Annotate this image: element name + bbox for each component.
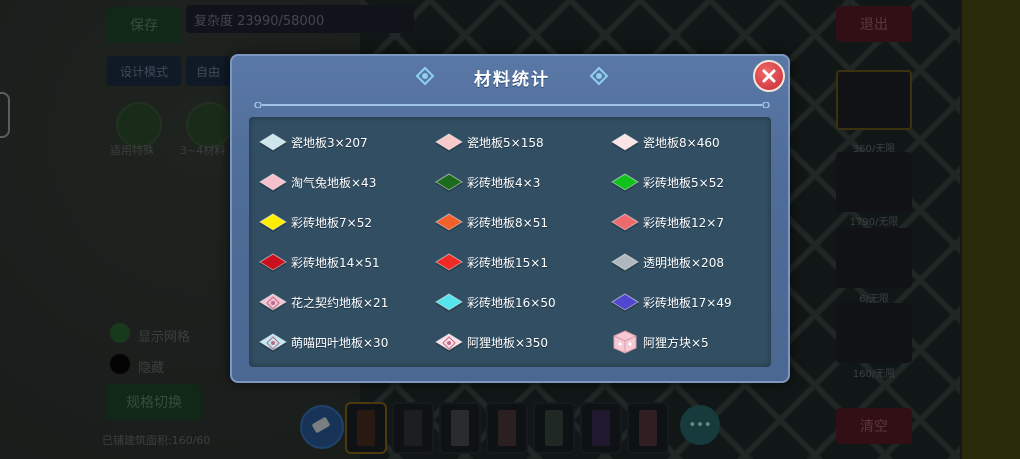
floor-tile-icon	[611, 289, 639, 315]
material-item-label: 彩砖地板12×7	[643, 215, 724, 230]
material-item-label: 彩砖地板16×50	[467, 295, 556, 310]
dialog-title: 材料统计	[474, 69, 550, 90]
floor-tile-icon	[611, 209, 639, 235]
material-item-label: 彩砖地板5×52	[643, 175, 724, 190]
material-item: 瓷地板8×460	[611, 129, 720, 155]
material-item: 瓷地板3×207	[259, 129, 368, 155]
material-item: 彩砖地板7×52	[259, 209, 372, 235]
material-item: 彩砖地板5×52	[611, 169, 724, 195]
material-item-label: 阿狸地板×350	[467, 335, 548, 350]
floor-tile-icon	[611, 129, 639, 155]
floor-tile-icon	[435, 209, 463, 235]
floor-tile-icon	[259, 329, 287, 355]
material-list: 瓷地板3×207 瓷地板5×158 瓷地板8×460 淘气兔地板×43 彩砖地板…	[249, 117, 771, 367]
material-item-label: 彩砖地板14×51	[291, 255, 380, 270]
title-banner: 材料统计	[414, 62, 610, 92]
title-divider	[254, 102, 770, 108]
material-item-label: 淘气兔地板×43	[291, 175, 377, 190]
material-item-label: 萌喵四叶地板×30	[291, 335, 389, 350]
material-item: 淘气兔地板×43	[259, 169, 376, 195]
material-item: 花之契约地板×21	[259, 289, 388, 315]
material-item: 彩砖地板8×51	[435, 209, 548, 235]
material-item-label: 花之契约地板×21	[291, 295, 389, 310]
material-item: 彩砖地板16×50	[435, 289, 556, 315]
material-item: 彩砖地板15×1	[435, 249, 548, 275]
floor-tile-icon	[259, 129, 287, 155]
material-item: 彩砖地板14×51	[259, 249, 380, 275]
material-item-label: 透明地板×208	[643, 255, 724, 270]
floor-tile-icon	[611, 249, 639, 275]
material-item-label: 彩砖地板17×49	[643, 295, 732, 310]
material-item-label: 瓷地板3×207	[291, 135, 368, 150]
material-item: 萌喵四叶地板×30	[259, 329, 388, 355]
material-item: 阿狸地板×350	[435, 329, 548, 355]
material-item-label: 彩砖地板4×3	[467, 175, 541, 190]
material-item: 彩砖地板4×3	[435, 169, 540, 195]
floor-tile-icon	[259, 209, 287, 235]
cube-block-icon	[611, 329, 639, 355]
material-stats-dialog: 材料统计 瓷地板3×207 瓷地板5×158 瓷地板8×460 淘气兔地板×43	[230, 54, 790, 383]
close-button[interactable]	[753, 60, 785, 92]
title-ornament-right-icon	[589, 66, 609, 86]
material-item: 阿狸方块×5	[611, 329, 709, 355]
floor-tile-icon	[435, 329, 463, 355]
material-item-label: 瓷地板5×158	[467, 135, 544, 150]
material-item-label: 阿狸方块×5	[643, 335, 709, 350]
floor-tile-icon	[611, 169, 639, 195]
material-item-label: 彩砖地板15×1	[467, 255, 548, 270]
material-item-label: 瓷地板8×460	[643, 135, 720, 150]
material-item: 彩砖地板12×7	[611, 209, 724, 235]
floor-tile-icon	[435, 129, 463, 155]
floor-tile-icon	[435, 289, 463, 315]
floor-tile-icon	[259, 169, 287, 195]
floor-tile-icon	[435, 249, 463, 275]
close-icon	[762, 69, 776, 83]
material-item: 透明地板×208	[611, 249, 724, 275]
material-item-label: 彩砖地板7×52	[291, 215, 372, 230]
material-item: 彩砖地板17×49	[611, 289, 732, 315]
floor-tile-icon	[259, 289, 287, 315]
title-ornament-left-icon	[415, 66, 435, 86]
material-item-label: 彩砖地板8×51	[467, 215, 548, 230]
floor-tile-icon	[259, 249, 287, 275]
floor-tile-icon	[435, 169, 463, 195]
material-item: 瓷地板5×158	[435, 129, 544, 155]
